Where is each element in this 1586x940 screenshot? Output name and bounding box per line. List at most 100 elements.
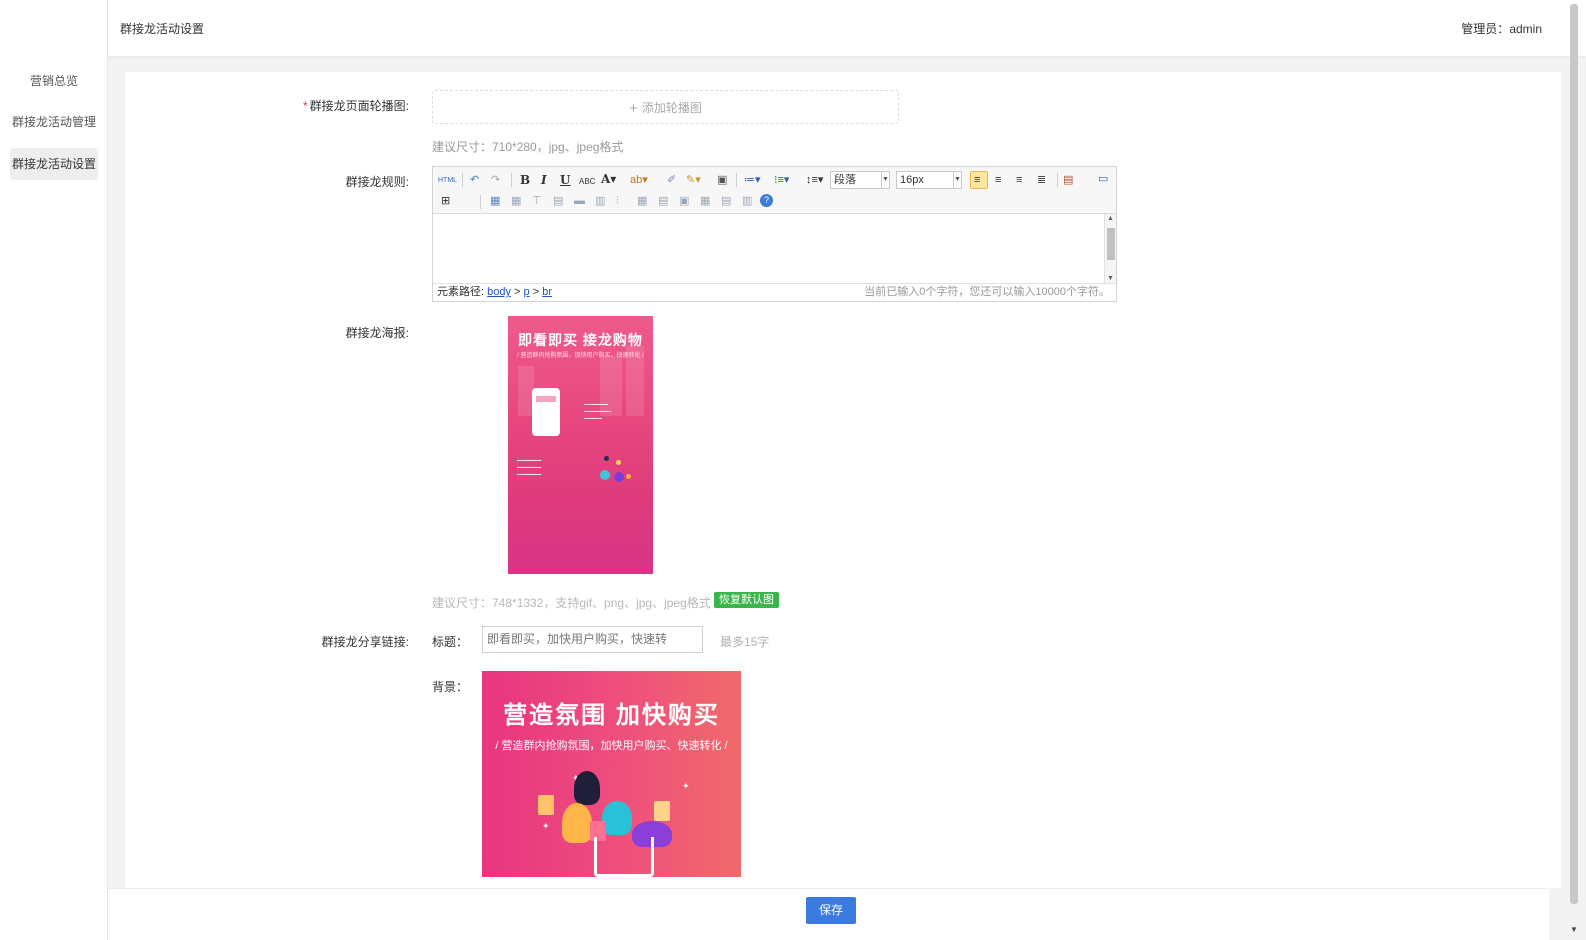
save-button[interactable]: 保存 [806, 897, 856, 924]
poster-image[interactable]: 即看即买 接龙购物 / 营造群内抢购氛围，加快用户购买，快速转化 / ━━━━━… [508, 316, 653, 574]
split-cells-icon[interactable]: ▦ [700, 194, 710, 208]
delete-row-icon[interactable]: ▬ [574, 194, 585, 208]
shopping-bag-icon [538, 795, 554, 815]
align-justify-icon[interactable]: ≣ [1037, 173, 1046, 187]
sparkle-icon: ✦ [542, 821, 550, 831]
share-image-title: 营造氛围 加快购买 [503, 702, 720, 729]
sidebar-item-group-buy-settings[interactable]: 群接龙活动设置 [10, 148, 98, 180]
carousel-label: * 群接龙页面轮播图: [209, 97, 409, 114]
person-illustration [562, 803, 592, 843]
admin-name[interactable]: admin [1509, 22, 1542, 36]
poster-hint: 建议尺寸：748*1332，支持gif、png、jpg、jpeg格式 [432, 596, 711, 610]
editor-statusbar: 元素路径: body > p > br 当前已输入0个字符，您还可以输入1000… [433, 283, 1116, 301]
image-icon[interactable]: ▤ [1063, 173, 1073, 187]
poster-subtitle: / 营造群内抢购氛围，加快用户购买，快速转化 / [517, 353, 644, 359]
sidebar-item-group-buy-management[interactable]: 群接龙活动管理 [10, 106, 98, 138]
sidebar: 营销总览 群接龙活动管理 群接龙活动设置 [0, 0, 108, 940]
font-size-select-value: 16px [900, 174, 924, 186]
align-left-icon[interactable]: ≡ [974, 173, 980, 187]
share-title-input[interactable]: 即看即买，加快用户购买，快速转 [482, 626, 703, 653]
bold-icon[interactable]: B [520, 173, 530, 187]
help-icon[interactable]: ? [760, 194, 773, 207]
merge-cells-icon[interactable]: ▦ [637, 194, 647, 208]
strikethrough-icon[interactable]: ABC [579, 175, 595, 189]
admin-label: 管理员： [1461, 22, 1510, 36]
add-carousel-button[interactable]: + 添加轮播图 [432, 90, 899, 124]
sparkle-icon: ✦ [682, 781, 690, 791]
plus-icon: + [629, 100, 638, 117]
person-illustration [574, 771, 600, 805]
chevron-down-icon: ▼ [881, 172, 889, 188]
element-path-p[interactable]: p [524, 286, 530, 298]
shopping-bag-icon [654, 801, 670, 821]
poster-text-block-2: ━━━━━━━━ ━━━━━━━━ ━━━━━━━━ [517, 458, 542, 478]
share-background-image[interactable]: 营造氛围 加快购买 / 营造群内抢购氛围，加快用户购买、快速转化 / ✦ ✦ ✦ [482, 671, 741, 877]
rich-text-editor[interactable]: HTML ↶ ↷ B I U ABC A▾ ab▾ ✐ ✎▾ ▣ ≔▾ ⁝≡▾ … [432, 166, 1117, 302]
editor-content-area[interactable]: ▲ ▼ [433, 214, 1116, 283]
element-path-body[interactable]: body [487, 286, 511, 298]
share-title-limit: 最多15字 [720, 635, 770, 649]
element-path-label: 元素路径: [437, 286, 485, 298]
shopping-cart-illustration [594, 837, 654, 877]
format-brush-icon[interactable]: ✎▾ [686, 173, 701, 187]
align-center-icon[interactable]: ≡ [995, 173, 1001, 187]
poster-text-block-1: ━━━━━━━━ ━━━━━━━━━ ━━━━━━ [584, 402, 612, 422]
editor-scrollbar-thumb[interactable] [1107, 228, 1115, 260]
carousel-hint: 建议尺寸：710*280，jpg、jpeg格式 [432, 140, 624, 154]
page-title: 群接龙活动设置 [120, 22, 205, 36]
element-path-br[interactable]: br [542, 286, 552, 298]
delete-col-icon[interactable]: ⫶ [616, 194, 619, 208]
reset-default-button[interactable]: 恢复默认图 [714, 592, 779, 608]
split-rows-icon[interactable]: ▤ [721, 194, 731, 208]
person-illustration [602, 801, 632, 835]
required-mark: * [302, 99, 308, 113]
line-height-icon[interactable]: ↕≡▾ [806, 173, 823, 187]
italic-icon[interactable]: I [541, 173, 547, 187]
scroll-down-icon[interactable]: ▼ [1570, 925, 1578, 934]
font-size-select[interactable]: 16px ▼ [896, 171, 962, 189]
scroll-down-icon[interactable]: ▼ [1107, 275, 1114, 282]
scroll-up-icon[interactable]: ▲ [1107, 215, 1114, 222]
share-label: 群接龙分享链接: [321, 635, 409, 649]
background-color-icon[interactable]: ab▾ [630, 173, 648, 187]
share-bg-label: 背景： [432, 680, 469, 694]
merge-down-icon[interactable]: ▣ [679, 194, 689, 208]
page-scrollbar-thumb[interactable] [1570, 4, 1578, 904]
align-right-icon[interactable]: ≡ [1016, 173, 1022, 187]
admin-info[interactable]: 管理员：admin [1461, 20, 1542, 37]
rules-label: 群接龙规则: [345, 175, 409, 189]
insert-col-icon[interactable]: ▥ [595, 194, 605, 208]
unordered-list-icon[interactable]: ⁝≡▾ [774, 173, 789, 187]
delete-table-icon[interactable]: ▦ [511, 194, 521, 208]
paragraph-select[interactable]: 段落 ▼ [830, 171, 890, 189]
share-title-label: 标题： [432, 635, 469, 649]
eraser-icon[interactable]: ✐ [667, 173, 676, 187]
search-replace-icon[interactable]: ⊞ [441, 194, 450, 208]
phone-illustration [532, 388, 560, 436]
preview-icon[interactable]: ▭ [1098, 172, 1108, 186]
chevron-down-icon: ▼ [953, 172, 961, 188]
font-color-icon[interactable]: A▾ [601, 172, 616, 186]
editor-scrollbar[interactable]: ▲ ▼ [1104, 214, 1116, 283]
insert-row-icon[interactable]: ▤ [553, 194, 563, 208]
undo-icon[interactable]: ↶ [470, 173, 479, 187]
settings-form: * 群接龙页面轮播图: + 添加轮播图 建议尺寸：710*280，jpg、jpeg格… [125, 72, 1561, 888]
paste-icon[interactable]: ▣ [717, 173, 727, 187]
split-cols-icon[interactable]: ▥ [742, 194, 752, 208]
insert-table-icon[interactable]: ▦ [490, 194, 500, 208]
poster-label: 群接龙海报: [345, 326, 409, 340]
page-scrollbar[interactable]: ▼ [1568, 0, 1580, 940]
html-source-button[interactable]: HTML [438, 174, 457, 188]
share-image-subtitle: / 营造群内抢购氛围，加快用户购买、快速转化 / [495, 740, 728, 752]
underline-icon[interactable]: U [560, 173, 570, 187]
ordered-list-icon[interactable]: ≔▾ [744, 173, 761, 187]
top-bar: 群接龙活动设置 管理员：admin [108, 0, 1586, 56]
footer-bar: 保存 [108, 888, 1549, 940]
insert-caption-icon[interactable]: ⊤ [532, 194, 542, 208]
merge-right-icon[interactable]: ▤ [658, 194, 668, 208]
add-carousel-label: 添加轮播图 [641, 101, 702, 115]
poster-title: 即看即买 接龙购物 [518, 332, 643, 348]
redo-icon[interactable]: ↷ [491, 173, 500, 187]
sidebar-item-marketing-overview[interactable]: 营销总览 [10, 65, 98, 97]
editor-toolbar: HTML ↶ ↷ B I U ABC A▾ ab▾ ✐ ✎▾ ▣ ≔▾ ⁝≡▾ … [433, 167, 1116, 214]
